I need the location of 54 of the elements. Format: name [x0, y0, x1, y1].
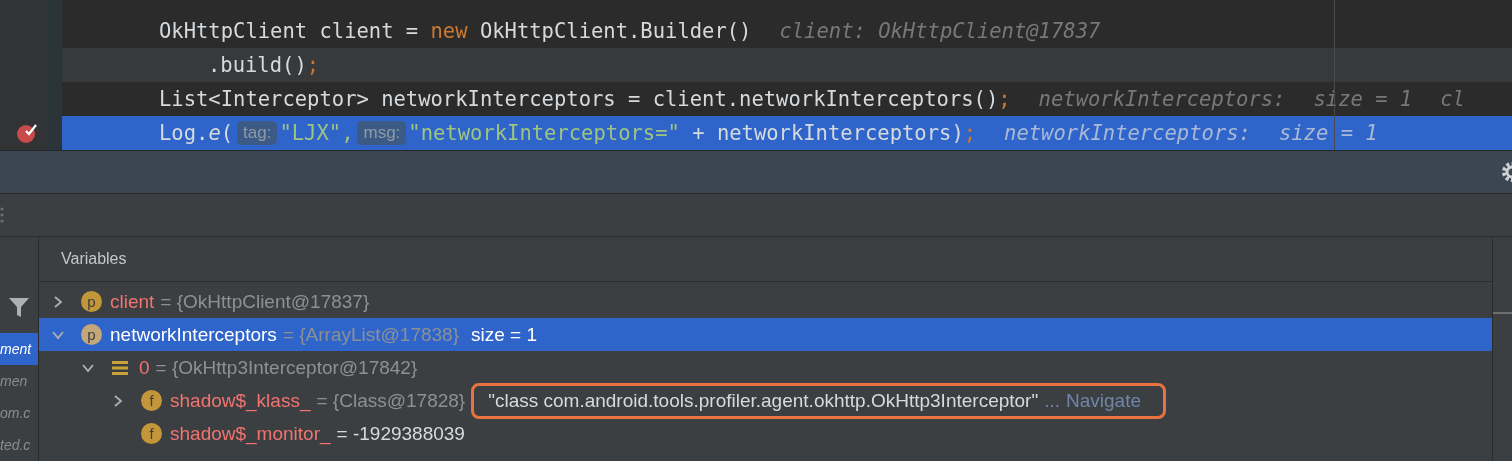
string-value: "class com.android.tools.profiler.agent.okhttp.OkHttp3Interceptor" [488, 389, 1039, 412]
property-icon: p [81, 324, 102, 345]
variable-value: = {OkHttp3Interceptor@17842} [155, 356, 418, 379]
field-icon: f [141, 390, 162, 411]
variable-value: = {Class@17828} [316, 389, 466, 412]
inline-value: cl [1440, 87, 1465, 111]
code-text: List<Interceptor> networkInterceptors = client.networkInterceptors() [159, 87, 999, 111]
frame-item[interactable]: men [0, 365, 38, 397]
frame-item[interactable]: om.c [0, 397, 38, 429]
panel-title: Variables [61, 250, 127, 268]
variable-name: 0 [139, 356, 150, 379]
list-icon [111, 359, 129, 376]
code-text: .build() [208, 53, 307, 77]
variable-value: = {ArrayList@17838} [282, 323, 459, 346]
string-literal: "networkInterceptors=" [408, 121, 680, 145]
code-text: Log. [159, 121, 209, 145]
variable-name: networkInterceptors [110, 323, 277, 346]
inline-value: client: OkHttpClient@17837 [779, 19, 1101, 43]
variable-name: shadow$_klass_ [170, 389, 311, 412]
code-keyword: ; [963, 121, 977, 145]
variable-value: = -1929388039 [336, 422, 465, 445]
inline-value: size = 1 [1313, 87, 1413, 111]
code-keyword: ; [998, 87, 1011, 111]
inline-value: size = 1 [1278, 121, 1378, 145]
frame-item[interactable]: ted.c [0, 429, 38, 461]
variable-row[interactable]: 0 = {OkHttp3Interceptor@17842} [39, 351, 1492, 384]
variable-name: client [110, 290, 155, 313]
parameter-hint: tag: [237, 121, 278, 145]
string-literal: "LJX", [279, 121, 354, 145]
field-icon: f [141, 423, 162, 444]
variable-row[interactable]: f shadow$_monitor_ = -1929388039 [39, 417, 1492, 450]
code-text: OkHttpClient.Builder() [478, 19, 752, 43]
inline-value: networkInterceptors: [1004, 121, 1251, 145]
variable-row[interactable]: p client = {OkHttpClient@17837} [39, 285, 1492, 318]
filter-icon[interactable] [8, 296, 30, 318]
breakpoint-icon[interactable] [16, 122, 38, 144]
property-icon: p [81, 291, 102, 312]
navigate-link[interactable]: Navigate [1066, 389, 1142, 412]
variable-name: shadow$_monitor_ [170, 422, 331, 445]
variable-value: = {OkHttpClient@17837} [160, 290, 370, 313]
code-keyword: new [430, 19, 468, 43]
code-text: OkHttpClient client = [159, 19, 420, 43]
method-name: e [208, 121, 221, 145]
variable-size: size = 1 [471, 323, 538, 346]
variable-row[interactable]: f shadow$_klass_ = {Class@17828} "class com.android.tools.profiler.agent.okhttp.OkHttp3Interceptor" ... Navigate [39, 384, 1492, 417]
frame-item[interactable]: ment [0, 333, 38, 365]
code-keyword: ; [306, 53, 320, 77]
code-text: ( [220, 121, 234, 145]
parameter-hint: msg: [357, 121, 407, 145]
code-text: + networkInterceptors) [691, 121, 964, 145]
ellipsis-text: ... [1044, 389, 1061, 412]
inline-value: networkInterceptors: [1038, 87, 1286, 111]
variable-row[interactable]: p networkInterceptors = {ArrayList@17838} size = 1 [39, 318, 1492, 351]
drag-handle-icon[interactable] [0, 206, 6, 224]
